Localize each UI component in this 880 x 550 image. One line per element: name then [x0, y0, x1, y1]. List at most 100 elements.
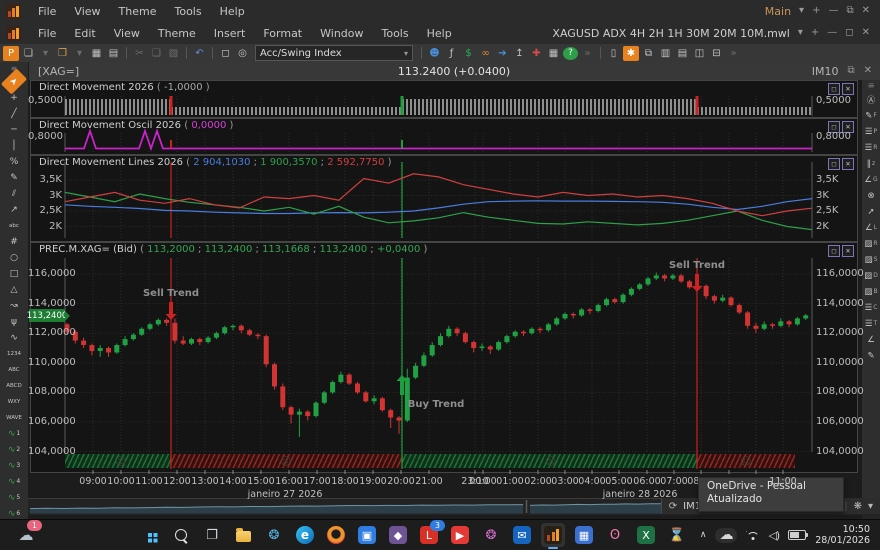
trading-app-icon[interactable] [541, 523, 565, 547]
pane-close-button[interactable]: ✕ [842, 83, 854, 95]
menu-theme[interactable]: Theme [110, 2, 166, 21]
chevron-down-icon[interactable]: ▾ [799, 6, 804, 16]
search-button-icon[interactable] [169, 523, 193, 547]
fib-retracement-tool[interactable]: ☰R [863, 140, 879, 155]
pane-maximize-button[interactable]: ◻ [828, 83, 840, 95]
arrow-tool[interactable]: ↝ [3, 298, 25, 313]
binoculars-icon[interactable]: ∞ [478, 46, 493, 61]
new-doc-icon[interactable]: ❏ [21, 46, 36, 61]
tray-expand-icon[interactable]: ∧ [700, 530, 707, 540]
rectangle-tool[interactable]: □ [3, 266, 25, 281]
close-button[interactable]: ✕ [862, 6, 870, 16]
open-icon[interactable]: ❒ [55, 46, 70, 61]
owl-app-icon[interactable]: ʘ [603, 523, 627, 547]
ray-tool[interactable]: ↗ [3, 202, 25, 217]
hsplit-icon[interactable]: ◫ [692, 46, 707, 61]
start-button-icon[interactable] [138, 523, 162, 547]
minimize-button[interactable]: — [828, 6, 838, 16]
pencil-tool[interactable]: ✎ [3, 170, 25, 185]
calculator-app-icon[interactable]: ▦ [572, 523, 596, 547]
angle-2-tool[interactable]: ∠ [863, 332, 879, 347]
horizontal-line-tool[interactable]: ─ [3, 122, 25, 137]
instrument-picker[interactable]: P [3, 46, 19, 61]
volume-icon[interactable]: ◁) [768, 529, 779, 542]
browser-ring-icon[interactable] [324, 523, 348, 547]
menu-insert[interactable]: Insert [205, 24, 255, 43]
user-icon[interactable]: ☻ [427, 46, 442, 61]
caret-icon[interactable]: ▾ [38, 46, 53, 61]
table-icon[interactable]: ▦ [546, 46, 561, 61]
text-tool[interactable]: abc [3, 218, 25, 233]
edge-browser-icon[interactable]: e [293, 523, 317, 547]
outlook-icon[interactable]: ✉ [510, 523, 534, 547]
price-panel[interactable]: PREC.M.XAG= (Bid) ( 113,2000 ; 113,2400 … [30, 242, 858, 473]
menu-file[interactable]: File [29, 24, 65, 43]
columns-icon[interactable]: ▥ [658, 46, 673, 61]
hatch-r-tool[interactable]: ▨R [863, 236, 879, 251]
indicator-panel-lines[interactable]: Direct Movement Lines 2026 ( 2 904,1030 … [30, 155, 858, 242]
menu-help[interactable]: Help [418, 24, 461, 43]
file-explorer-icon[interactable] [231, 523, 255, 547]
channel-tool[interactable]: ⫽ [3, 186, 25, 201]
ms-store-icon[interactable]: ▣ [355, 523, 379, 547]
abc-wave-tool[interactable]: ABC [3, 362, 25, 377]
undo-icon[interactable]: ↶ [192, 46, 207, 61]
paste-icon[interactable]: ▧ [166, 46, 181, 61]
restore-button[interactable]: ⧉ [846, 6, 853, 16]
cycle-lines-tool[interactable]: ☰C [863, 300, 879, 315]
crosshair-tool[interactable]: + [3, 90, 25, 105]
indicator-panel-oscillator[interactable]: Direct Movement Oscil 2026 ( 0,0000 )◻✕ [30, 118, 858, 155]
trend-arrow-tool[interactable]: ➚ [863, 204, 879, 219]
zoom-doc-icon[interactable]: ◎ [235, 46, 250, 61]
chevron-down-icon[interactable]: ▾ [798, 28, 803, 38]
time-lines-tool[interactable]: ☰T [863, 316, 879, 331]
caret-icon[interactable]: ▾ [868, 501, 873, 512]
indicator-combo[interactable]: Acc/Swing Index▾ [255, 45, 413, 61]
help-icon[interactable]: ? [563, 47, 578, 60]
pane-maximize-button[interactable]: ◻ [828, 245, 840, 257]
print-icon[interactable]: ▤ [106, 46, 121, 61]
gann-line-tool[interactable]: ∠G [863, 172, 879, 187]
caret-icon[interactable]: ▾ [72, 46, 87, 61]
zigzag-2-tool[interactable]: ∿2 [3, 442, 25, 457]
copy-icon[interactable]: ❑ [149, 46, 164, 61]
youtube-icon[interactable]: ▶ [448, 523, 472, 547]
save-icon[interactable]: ▦ [89, 46, 104, 61]
timeframe-label[interactable]: IM10 [812, 65, 839, 78]
clipboard-icon[interactable]: ▯ [606, 46, 621, 61]
auto-analysis-tool[interactable]: Ⓐ [863, 92, 879, 107]
doc-maximize-button[interactable]: ◻ [845, 28, 853, 38]
wave-count-tool[interactable]: WAVE [3, 410, 25, 425]
zone-channel-tool[interactable]: ∥z [863, 156, 879, 171]
onedrive-tray-icon[interactable]: ☁ 1 [14, 523, 38, 547]
rows-icon[interactable]: ▤ [675, 46, 690, 61]
ellipse-tool[interactable]: ○ [3, 250, 25, 265]
pane-restore-button[interactable]: ⧉ [847, 66, 854, 76]
menu-tools[interactable]: Tools [373, 24, 418, 43]
task-view-button-icon[interactable]: ❐ [200, 523, 224, 547]
battery-icon[interactable] [788, 530, 806, 540]
wxy-wave-tool[interactable]: WXY [3, 394, 25, 409]
numbers-wave-tool[interactable]: 1234 [3, 346, 25, 361]
zigzag-3-tool[interactable]: ∿3 [3, 458, 25, 473]
upload-icon[interactable]: ↥ [512, 46, 527, 61]
more-icon[interactable]: » [726, 46, 741, 61]
indicator-panel-direct-movement[interactable]: Direct Movement 2026 ( -1,0000 )◻✕ [30, 80, 858, 118]
menu-theme[interactable]: Theme [149, 24, 205, 43]
dollar-icon[interactable]: $ [461, 46, 476, 61]
vsplit-icon[interactable]: ⊟ [709, 46, 724, 61]
menu-edit[interactable]: Edit [65, 24, 104, 43]
zigzag-5-tool[interactable]: ∿5 [3, 490, 25, 505]
onedrive-cloud-icon[interactable]: ☁ [715, 528, 737, 543]
gann-fan-tool[interactable]: ⊗ [863, 188, 879, 203]
angle-tool[interactable]: ∠L [863, 220, 879, 235]
arrow-icon[interactable]: ➔ [495, 46, 510, 61]
zigzag-4-tool[interactable]: ∿4 [3, 474, 25, 489]
menu-help[interactable]: Help [211, 2, 254, 21]
cut-icon[interactable]: ✂ [132, 46, 147, 61]
excel-icon[interactable]: X [634, 523, 658, 547]
more-icon[interactable]: » [580, 46, 595, 61]
edit-tool[interactable]: ✎ [863, 348, 879, 363]
pane-close-button[interactable]: ✕ [864, 66, 872, 76]
palette-icon[interactable]: ❋ [854, 501, 862, 512]
